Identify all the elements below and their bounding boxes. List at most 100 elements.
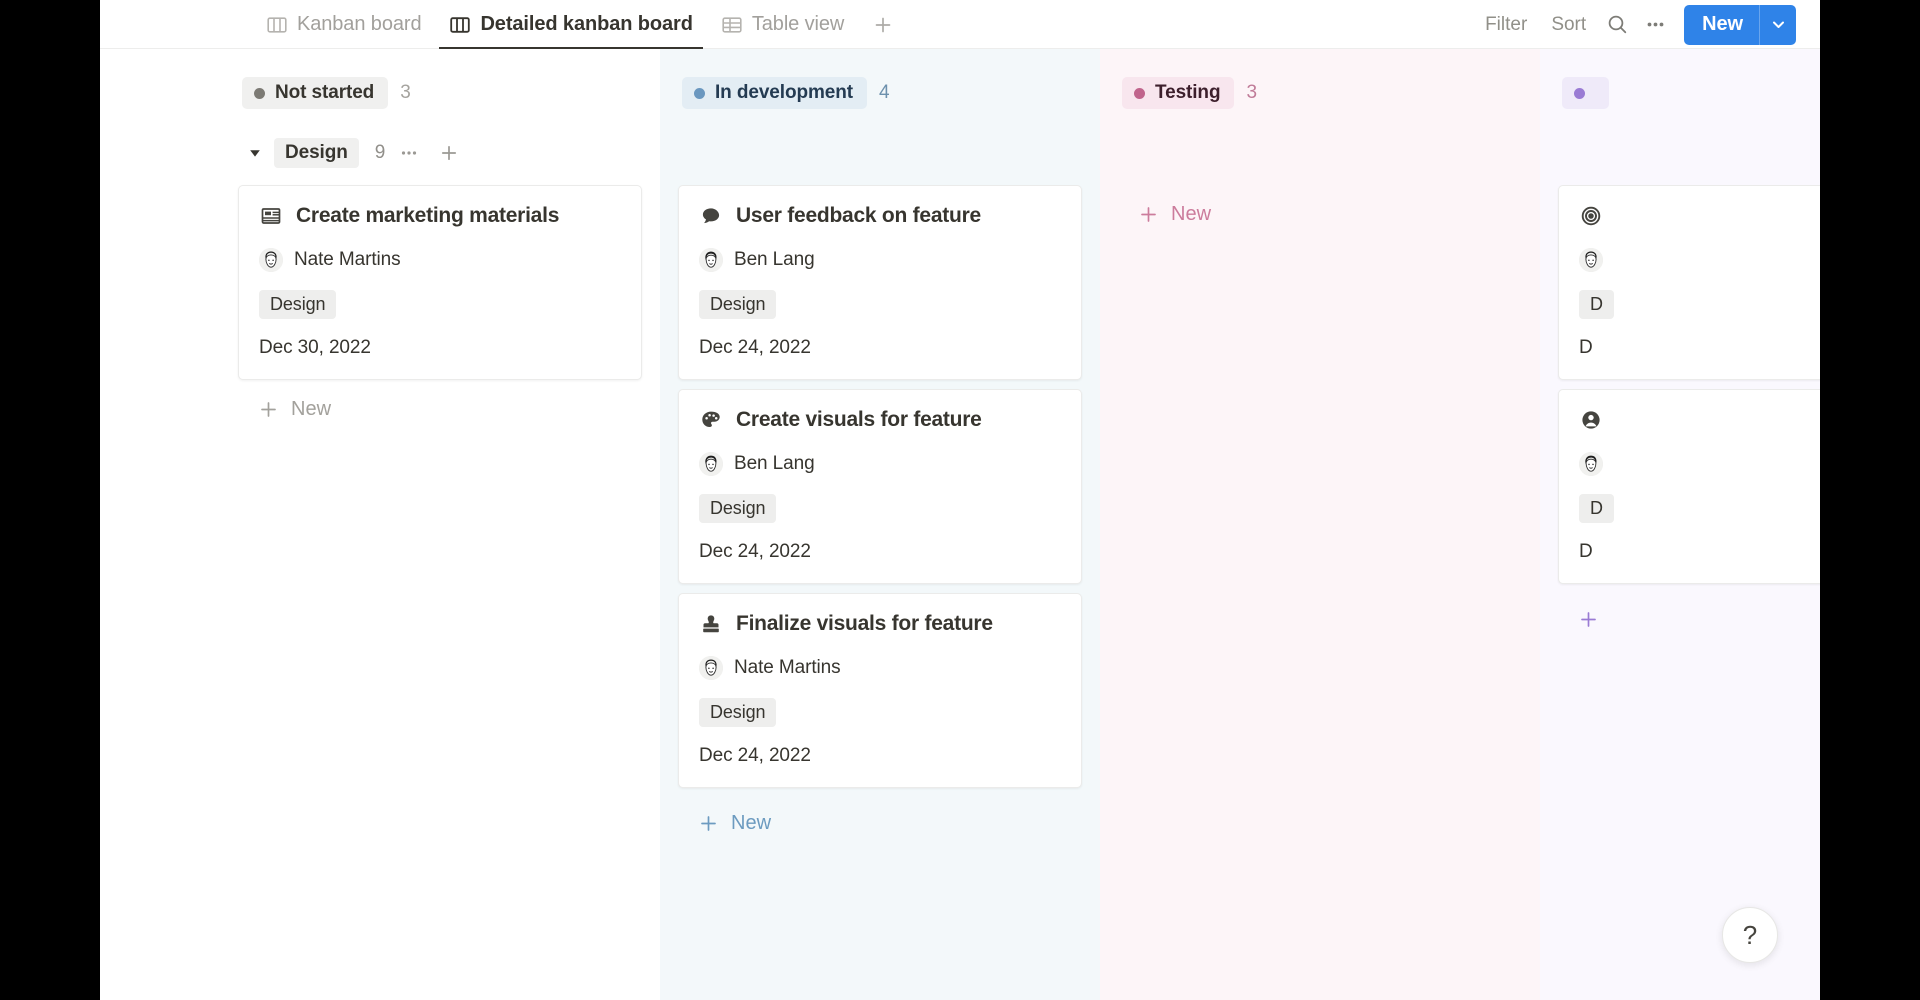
kanban-card[interactable]: D D: [1558, 389, 1820, 584]
kanban-card[interactable]: D D: [1558, 185, 1820, 380]
board-column-partial: D D D D: [1540, 49, 1820, 1000]
tab-detailed-kanban-board[interactable]: Detailed kanban board: [435, 0, 706, 49]
card-title-row: Create visuals for feature: [699, 408, 1061, 432]
card-tag-row: D: [1579, 290, 1820, 319]
face-avatar-nate: [259, 248, 283, 272]
sort-button[interactable]: Sort: [1539, 8, 1598, 42]
avatar: [699, 452, 723, 476]
card-date: Dec 24, 2022: [699, 337, 811, 358]
group-header-design[interactable]: Design 9: [220, 133, 660, 173]
more-horizontal-icon[interactable]: [1636, 8, 1674, 42]
status-badge: [1562, 77, 1609, 109]
card-assignee-row: Ben Lang: [699, 452, 1061, 476]
column-spacer: [1100, 119, 1540, 185]
board-icon: [449, 14, 471, 36]
tab-kanban-board[interactable]: Kanban board: [252, 0, 435, 49]
tag-badge: D: [1579, 290, 1614, 319]
add-card-button[interactable]: New: [238, 384, 642, 434]
group-count: 9: [374, 142, 386, 163]
plus-icon[interactable]: [433, 138, 465, 168]
status-dot-icon: [694, 87, 705, 99]
face-avatar-ben: [1579, 452, 1603, 476]
kanban-card[interactable]: Create marketing materials Nate Martins …: [238, 185, 642, 380]
toolbar-actions: Filter Sort New: [1473, 0, 1796, 49]
board-column-in-development: In development 4 User feedback on featur…: [660, 49, 1100, 1000]
column-count: 4: [878, 82, 890, 103]
assignee-name: Ben Lang: [734, 249, 815, 270]
target-icon: [1579, 204, 1603, 228]
card-title-row: Create marketing materials: [259, 204, 621, 228]
card-tag-row: Design: [259, 290, 621, 319]
notion-app-window: Kanban board Detailed kanban board Table…: [100, 0, 1820, 1000]
plus-icon: [258, 399, 279, 420]
kanban-card[interactable]: User feedback on feature Ben Lang Design…: [678, 185, 1082, 380]
column-count: 3: [400, 82, 411, 103]
status-badge: Not started: [242, 77, 389, 109]
column-spacer: [660, 119, 1100, 185]
card-tag-row: Design: [699, 698, 1061, 727]
avatar: [1579, 248, 1603, 272]
card-assignee-row: [1579, 452, 1820, 476]
view-tabs: Kanban board Detailed kanban board Table…: [252, 0, 900, 49]
status-label: Testing: [1155, 82, 1221, 103]
column-header[interactable]: Testing 3: [1100, 67, 1540, 119]
tag-badge: Design: [699, 494, 777, 523]
add-card-label: New: [731, 811, 772, 834]
add-card-button[interactable]: [1558, 594, 1820, 644]
card-title: Create visuals for feature: [736, 408, 982, 431]
card-title-row: [1579, 408, 1820, 432]
status-label: Not started: [275, 82, 375, 103]
add-card-button[interactable]: New: [1118, 189, 1522, 239]
add-card-label: New: [1171, 202, 1212, 225]
card-list: Create marketing materials Nate Martins …: [220, 185, 660, 380]
group-name: Design: [274, 138, 359, 168]
face-avatar-ben: [699, 452, 723, 476]
column-header[interactable]: In development 4: [660, 67, 1100, 119]
status-label: In development: [715, 82, 853, 103]
assignee-name: Nate Martins: [734, 657, 841, 678]
chevron-down-icon[interactable]: [1760, 5, 1796, 45]
tab-table-view[interactable]: Table view: [707, 0, 858, 49]
search-icon[interactable]: [1598, 8, 1636, 42]
kanban-board[interactable]: Not started 3 Design 9 Create marketing …: [100, 49, 1820, 1000]
card-title: Create marketing materials: [296, 204, 560, 227]
card-tag-row: D: [1579, 494, 1820, 523]
card-list: D D D D: [1540, 185, 1820, 584]
card-assignee-row: Nate Martins: [699, 656, 1061, 680]
assignee-name: Ben Lang: [734, 453, 815, 474]
column-header[interactable]: Not started 3: [220, 67, 660, 119]
column-header[interactable]: [1540, 67, 1820, 119]
face-avatar-nate: [699, 656, 723, 680]
help-label: ?: [1742, 919, 1758, 950]
status-badge: Testing: [1122, 77, 1235, 109]
add-view-button[interactable]: [866, 8, 900, 42]
card-tag-row: Design: [699, 290, 1061, 319]
screen-letterbox: Kanban board Detailed kanban board Table…: [0, 0, 1920, 1000]
column-spacer: [1540, 119, 1820, 185]
kanban-card[interactable]: Create visuals for feature Ben Lang Desi…: [678, 389, 1082, 584]
board-icon: [266, 14, 288, 36]
status-badge: In development: [682, 77, 867, 109]
column-count: 3: [1246, 82, 1258, 103]
plus-icon: [1138, 204, 1159, 225]
plus-icon: [1578, 609, 1599, 630]
kanban-card[interactable]: Finalize visuals for feature Nate Martin…: [678, 593, 1082, 788]
filter-button[interactable]: Filter: [1473, 8, 1539, 42]
add-card-button[interactable]: New: [678, 798, 1082, 848]
view-toolbar: Kanban board Detailed kanban board Table…: [100, 0, 1820, 49]
status-dot-icon: [1574, 87, 1585, 99]
card-title-row: Finalize visuals for feature: [699, 612, 1061, 636]
speech-bubble-icon: [699, 204, 723, 228]
card-date: D: [1579, 541, 1593, 562]
help-button[interactable]: ?: [1722, 907, 1778, 963]
new-button[interactable]: New: [1684, 4, 1796, 45]
card-date: D: [1579, 337, 1593, 358]
card-title: Finalize visuals for feature: [736, 612, 993, 635]
avatar: [699, 656, 723, 680]
avatar: [1579, 452, 1603, 476]
more-horizontal-icon[interactable]: [393, 138, 425, 168]
tag-badge: D: [1579, 494, 1614, 523]
add-card-label: New: [291, 397, 332, 420]
chevron-down-icon[interactable]: [242, 140, 268, 166]
assignee-name: Nate Martins: [294, 249, 401, 270]
